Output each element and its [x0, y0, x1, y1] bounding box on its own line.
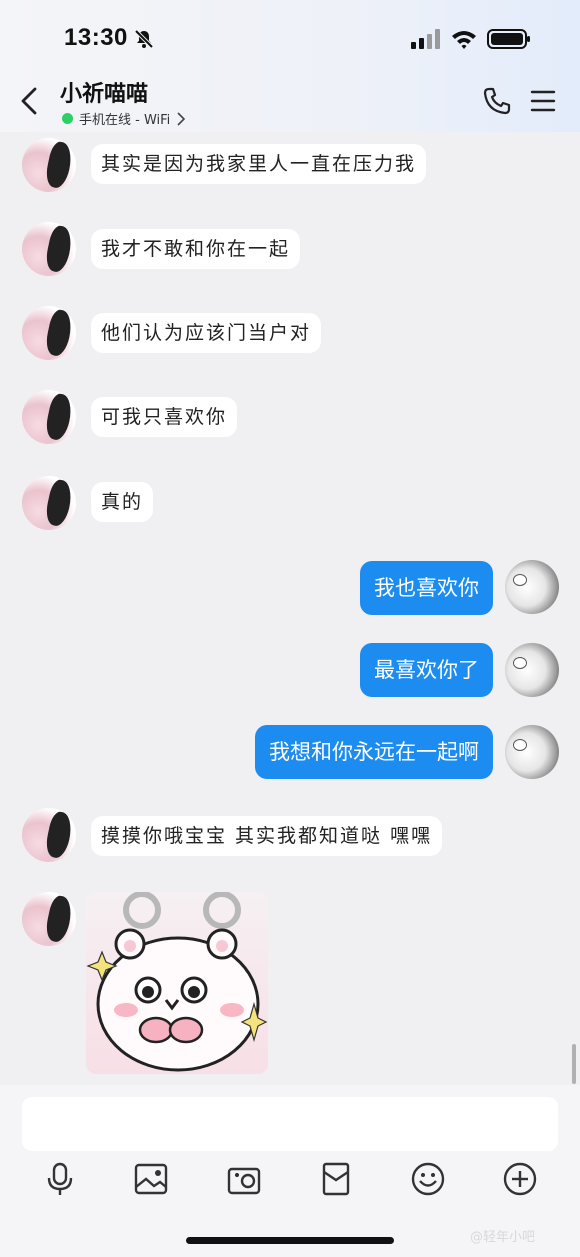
incoming-message-bubble[interactable]: 他们认为应该门当户对 [91, 313, 322, 353]
phone-call-button[interactable] [482, 86, 512, 116]
chat-header: 小祈喵喵 手机在线 - WiFi [0, 76, 580, 132]
outgoing-message-bubble[interactable]: 我也喜欢你 [360, 561, 493, 615]
my-avatar[interactable] [505, 643, 559, 697]
my-avatar[interactable] [505, 560, 559, 614]
chevron-right-icon [177, 111, 186, 126]
plus-icon[interactable] [502, 1161, 538, 1197]
watermark: @轻年小吧 [470, 1230, 536, 1245]
bell-slash-icon [134, 29, 154, 49]
wifi-icon [452, 31, 476, 49]
contact-avatar[interactable] [22, 390, 76, 444]
battery-icon [487, 29, 530, 49]
incoming-message-bubble[interactable]: 其实是因为我家里人一直在压力我 [91, 144, 427, 184]
contact-avatar[interactable] [22, 222, 76, 276]
home-indicator[interactable] [186, 1237, 394, 1244]
menu-button[interactable] [530, 88, 556, 114]
contact-avatar[interactable] [22, 808, 76, 862]
incoming-message-bubble[interactable]: 真的 [91, 482, 154, 522]
microphone-icon[interactable] [42, 1161, 78, 1197]
incoming-message-bubble[interactable]: 可我只喜欢你 [91, 397, 238, 437]
online-status-text: 手机在线 - WiFi [79, 113, 171, 128]
contact-avatar[interactable] [22, 138, 76, 192]
bear-sticker[interactable] [86, 892, 268, 1074]
composer-bar: @轻年小吧 [0, 1085, 580, 1257]
online-dot-icon [62, 113, 73, 124]
status-time: 13:30 [64, 24, 128, 51]
image-icon[interactable] [133, 1161, 169, 1197]
incoming-message-bubble[interactable]: 摸摸你哦宝宝 其实我都知道哒 嘿嘿 [91, 816, 443, 856]
contact-avatar[interactable] [22, 306, 76, 360]
cellular-signal-icon [411, 29, 440, 49]
incoming-message-bubble[interactable]: 我才不敢和你在一起 [91, 229, 301, 269]
status-bar: 13:30 [0, 0, 580, 76]
emoji-icon[interactable] [410, 1161, 446, 1197]
back-button[interactable] [16, 86, 46, 116]
my-avatar[interactable] [505, 725, 559, 779]
scrollbar[interactable] [572, 1044, 576, 1084]
red-packet-icon[interactable] [318, 1161, 354, 1197]
outgoing-message-bubble[interactable]: 最喜欢你了 [360, 643, 493, 697]
contact-avatar[interactable] [22, 892, 76, 946]
bear-sticker-icon [86, 892, 268, 1072]
contact-avatar[interactable] [22, 476, 76, 530]
camera-icon[interactable] [226, 1161, 262, 1197]
message-input[interactable] [22, 1097, 558, 1151]
contact-name[interactable]: 小祈喵喵 [60, 76, 148, 108]
outgoing-message-bubble[interactable]: 我想和你永远在一起啊 [255, 725, 493, 779]
online-status[interactable]: 手机在线 - WiFi [62, 109, 186, 128]
